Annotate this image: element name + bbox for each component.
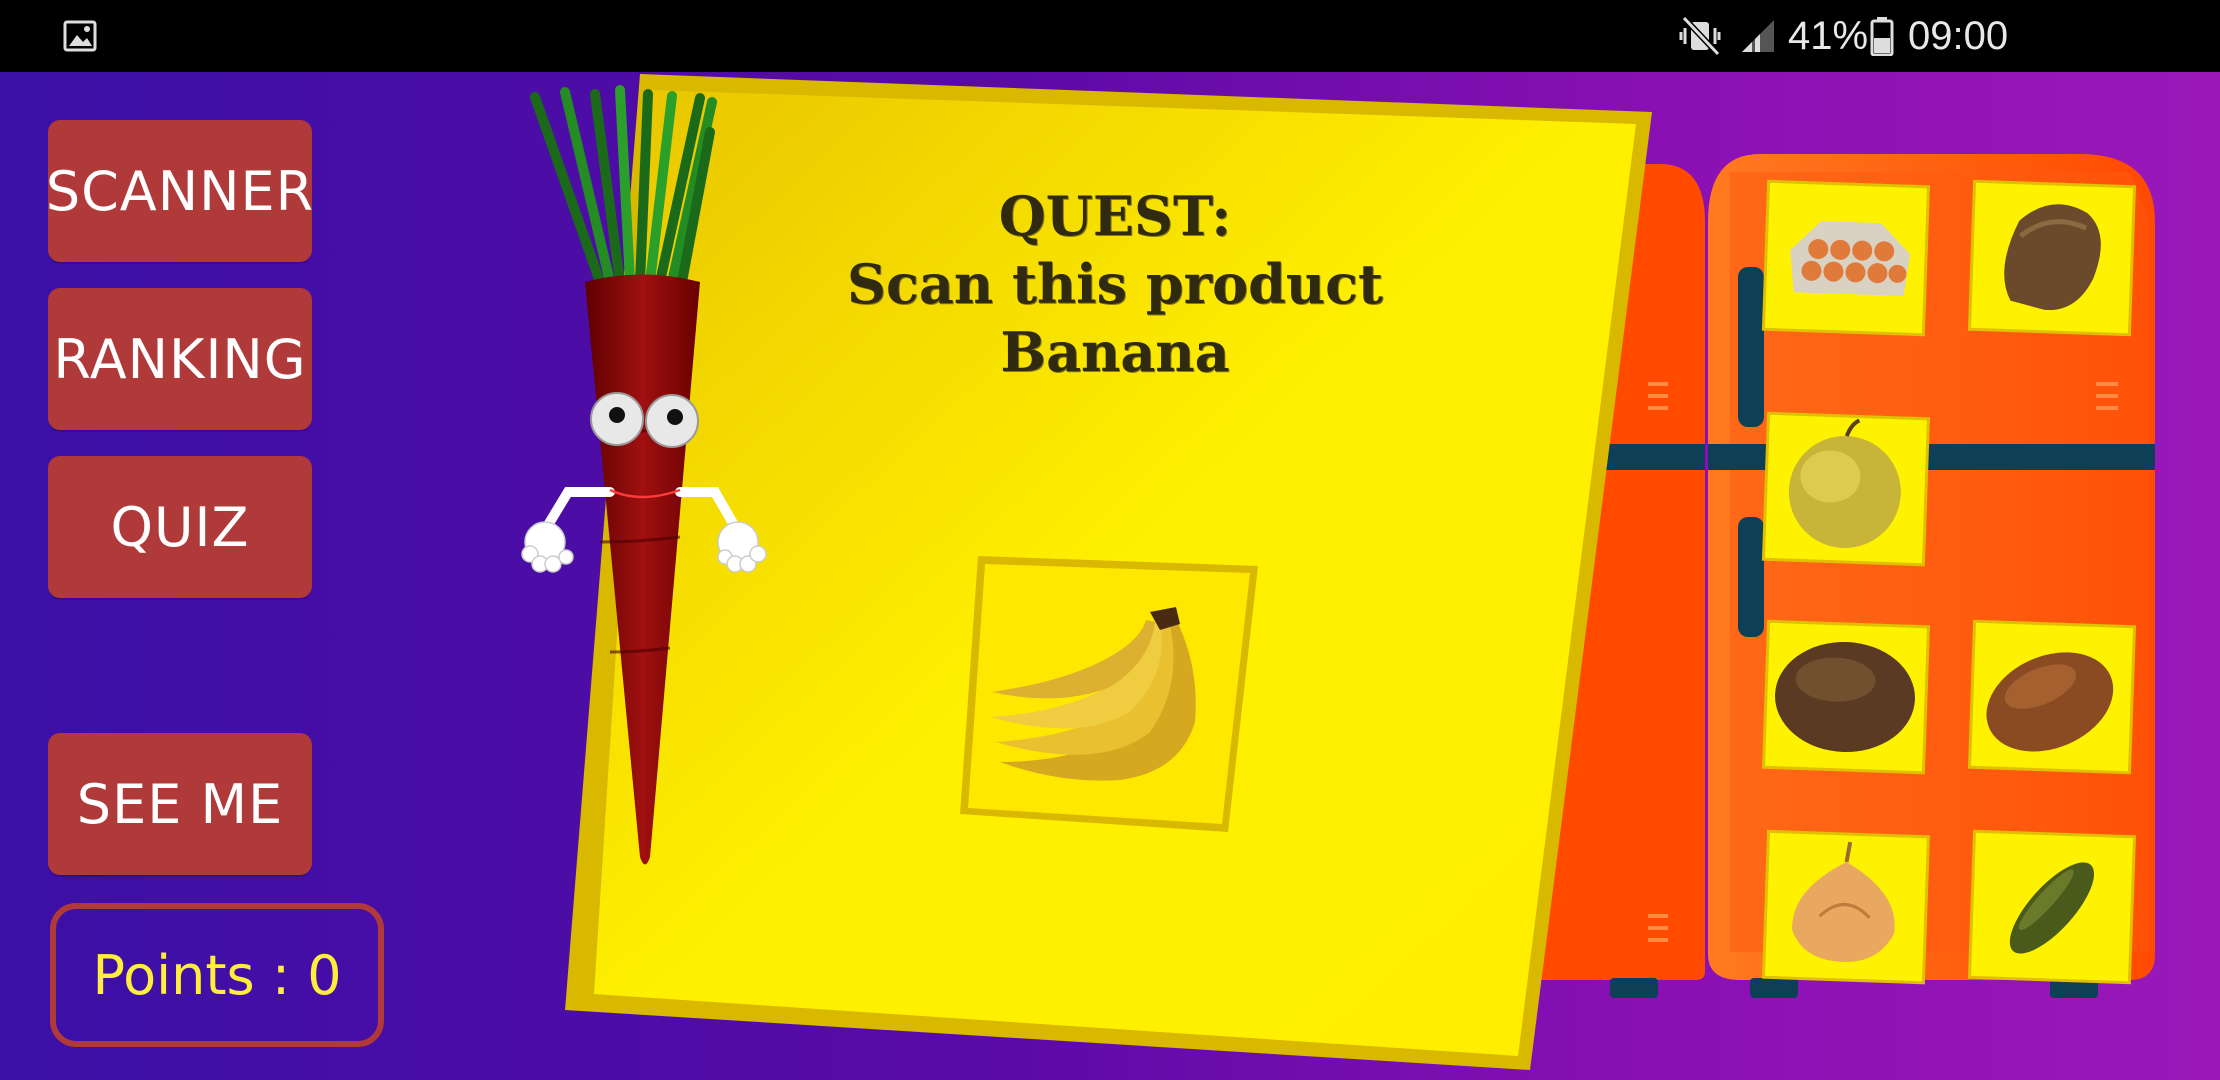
game-scene: QUEST: Scan this product Banana [0, 72, 2220, 1080]
gallery-icon [63, 20, 97, 52]
signal-icon [1742, 20, 1774, 52]
battery-icon [1870, 17, 1894, 56]
fridge-item-seeded-roll[interactable] [1761, 619, 1931, 775]
status-bar: 41% 09:00 [0, 0, 2220, 72]
quest-product-name: Banana [1000, 320, 1230, 384]
clock: 09:00 [1908, 14, 2009, 58]
quest-title: QUEST: [998, 184, 1232, 248]
mute-vibrate-icon [1679, 15, 1721, 57]
quest-instruction: Scan this product [847, 252, 1383, 316]
fridge-item-onion[interactable] [1761, 829, 1931, 985]
battery-percentage: 41% [1788, 14, 1869, 58]
fridge-item-pickle[interactable] [1967, 829, 2137, 985]
fridge-item-eggs[interactable] [1761, 179, 1931, 337]
fridge-item-apple[interactable] [1761, 411, 1931, 567]
fridge-item-bread-loaf[interactable] [1967, 179, 2137, 337]
fridge-item-bread-roll[interactable] [1967, 619, 2137, 775]
quest-text: QUEST: Scan this product Banana [800, 182, 1430, 386]
